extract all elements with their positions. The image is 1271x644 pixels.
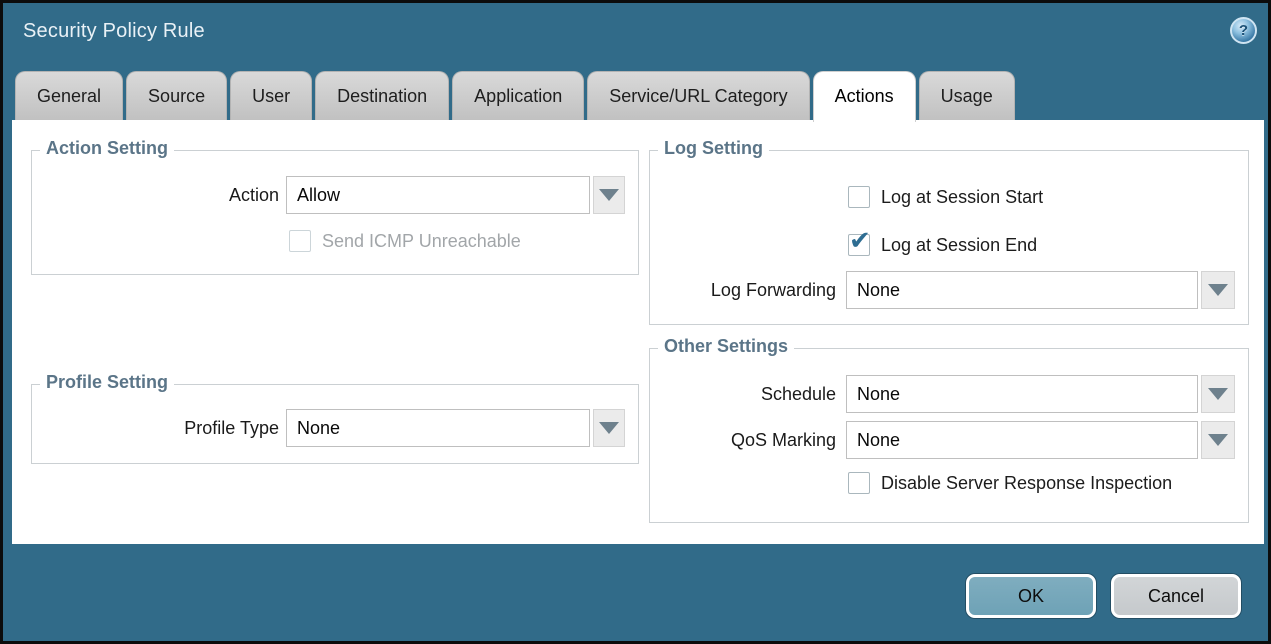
tab-service-url-category[interactable]: Service/URL Category: [587, 71, 809, 120]
disable-server-response-inspection-checkbox[interactable]: ✔: [848, 472, 870, 494]
action-dropdown[interactable]: Allow: [286, 176, 590, 214]
chevron-down-icon: [1208, 284, 1228, 296]
schedule-dropdown-arrow-icon[interactable]: [1201, 375, 1235, 413]
qos-marking-dropdown[interactable]: None: [846, 421, 1198, 459]
send-icmp-label: Send ICMP Unreachable: [322, 230, 521, 252]
profile-type-dropdown-arrow-icon[interactable]: [593, 409, 625, 447]
chevron-down-icon: [599, 422, 619, 434]
action-label: Action: [43, 176, 279, 214]
schedule-dropdown[interactable]: None: [846, 375, 1198, 413]
chevron-down-icon: [1208, 388, 1228, 400]
log-session-start-checkbox[interactable]: ✔: [848, 186, 870, 208]
help-icon[interactable]: ?: [1230, 17, 1257, 44]
tab-usage[interactable]: Usage: [919, 71, 1015, 120]
profile-type-label: Profile Type: [43, 409, 279, 447]
action-dropdown-arrow-icon[interactable]: [593, 176, 625, 214]
dialog-title: Security Policy Rule: [23, 20, 205, 43]
tab-destination[interactable]: Destination: [315, 71, 449, 120]
tab-source[interactable]: Source: [126, 71, 227, 120]
security-policy-rule-dialog: Security Policy Rule ? General Source Us…: [0, 0, 1271, 644]
qos-marking-dropdown-arrow-icon[interactable]: [1201, 421, 1235, 459]
tab-application[interactable]: Application: [452, 71, 584, 120]
send-icmp-checkbox[interactable]: ✔: [289, 230, 311, 252]
chevron-down-icon: [1208, 434, 1228, 446]
chevron-down-icon: [599, 189, 619, 201]
cancel-button[interactable]: Cancel: [1111, 574, 1241, 618]
log-forwarding-dropdown-arrow-icon[interactable]: [1201, 271, 1235, 309]
profile-type-dropdown[interactable]: None: [286, 409, 590, 447]
log-session-end-checkbox[interactable]: ✔: [848, 234, 870, 256]
profile-setting-legend: Profile Setting: [40, 372, 174, 393]
other-settings-legend: Other Settings: [658, 336, 794, 357]
log-forwarding-dropdown[interactable]: None: [846, 271, 1198, 309]
action-setting-legend: Action Setting: [40, 138, 174, 159]
tab-bar: General Source User Destination Applicat…: [15, 71, 1015, 122]
log-forwarding-label: Log Forwarding: [659, 271, 836, 309]
check-icon: ✔: [849, 228, 871, 254]
tab-user[interactable]: User: [230, 71, 312, 120]
schedule-label: Schedule: [659, 375, 836, 413]
log-session-start-label: Log at Session Start: [881, 186, 1043, 208]
tab-actions[interactable]: Actions: [813, 71, 916, 122]
log-session-end-label: Log at Session End: [881, 234, 1037, 256]
qos-marking-label: QoS Marking: [659, 421, 836, 459]
disable-server-response-inspection-label: Disable Server Response Inspection: [881, 472, 1172, 494]
ok-button[interactable]: OK: [966, 574, 1096, 618]
tab-general[interactable]: General: [15, 71, 123, 120]
log-setting-legend: Log Setting: [658, 138, 769, 159]
